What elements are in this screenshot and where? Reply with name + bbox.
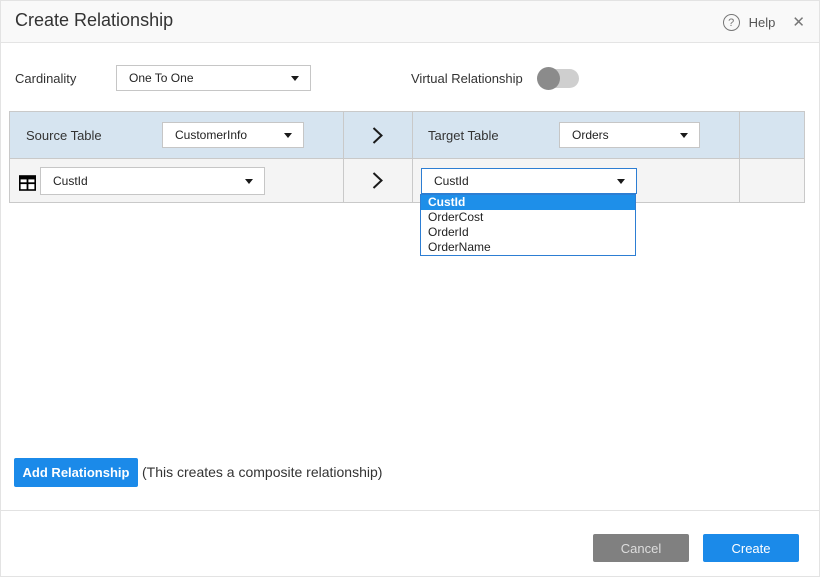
footer-divider: [1, 510, 819, 511]
source-table-select[interactable]: CustomerInfo: [162, 122, 304, 148]
column-mapping-row: CustId CustId: [10, 159, 804, 202]
column-divider: [739, 159, 740, 202]
column-divider: [739, 112, 740, 158]
caret-down-icon: [617, 179, 625, 184]
caret-down-icon: [680, 133, 688, 138]
caret-down-icon: [291, 76, 299, 81]
option-ordercost[interactable]: OrderCost: [421, 210, 635, 225]
option-custid[interactable]: CustId: [421, 195, 635, 210]
help-icon[interactable]: ?: [723, 14, 740, 31]
target-table-select[interactable]: Orders: [559, 122, 700, 148]
source-column-select[interactable]: CustId: [40, 167, 265, 195]
dialog-title: Create Relationship: [15, 10, 173, 31]
relationship-direction-cell: [343, 159, 412, 202]
caret-down-icon: [284, 133, 292, 138]
table-header-row: Source Table CustomerInfo Target Table O…: [10, 112, 804, 159]
close-icon[interactable]: ✕: [792, 13, 805, 31]
caret-down-icon: [245, 179, 253, 184]
cancel-button[interactable]: Cancel: [593, 534, 689, 562]
chevron-right-icon: [371, 171, 384, 190]
target-table-select-value: Orders: [572, 128, 609, 142]
virtual-relationship-label: Virtual Relationship: [411, 71, 523, 86]
help-link[interactable]: Help: [749, 15, 776, 30]
virtual-relationship-toggle[interactable]: [539, 69, 579, 88]
target-column-select-value: CustId: [434, 174, 469, 188]
relationship-direction-cell: [343, 112, 412, 158]
target-table-label: Target Table: [428, 128, 499, 143]
add-relationship-button[interactable]: Add Relationship: [14, 458, 138, 487]
create-button[interactable]: Create: [703, 534, 799, 562]
dialog-titlebar: Create Relationship ? Help ✕: [1, 1, 819, 43]
cardinality-label: Cardinality: [15, 71, 76, 86]
composite-relationship-note: (This creates a composite relationship): [142, 464, 382, 480]
titlebar-actions: ? Help ✕: [723, 1, 805, 43]
toggle-knob-icon: [537, 67, 560, 90]
column-divider: [412, 159, 413, 202]
source-table-label: Source Table: [26, 128, 102, 143]
target-column-select[interactable]: CustId: [421, 168, 637, 194]
relationship-mapping-table: Source Table CustomerInfo Target Table O…: [9, 111, 805, 203]
table-grid-icon: [19, 175, 36, 191]
source-column-select-value: CustId: [53, 174, 88, 188]
create-relationship-dialog: Create Relationship ? Help ✕ Cardinality…: [0, 0, 820, 577]
column-divider: [412, 112, 413, 158]
option-orderid[interactable]: OrderId: [421, 225, 635, 240]
chevron-right-icon: [371, 126, 384, 145]
option-ordername[interactable]: OrderName: [421, 240, 635, 255]
cardinality-select-value: One To One: [129, 71, 194, 85]
cardinality-select[interactable]: One To One: [116, 65, 311, 91]
target-column-options-list: CustId OrderCost OrderId OrderName: [420, 194, 636, 256]
source-table-select-value: CustomerInfo: [175, 128, 247, 142]
